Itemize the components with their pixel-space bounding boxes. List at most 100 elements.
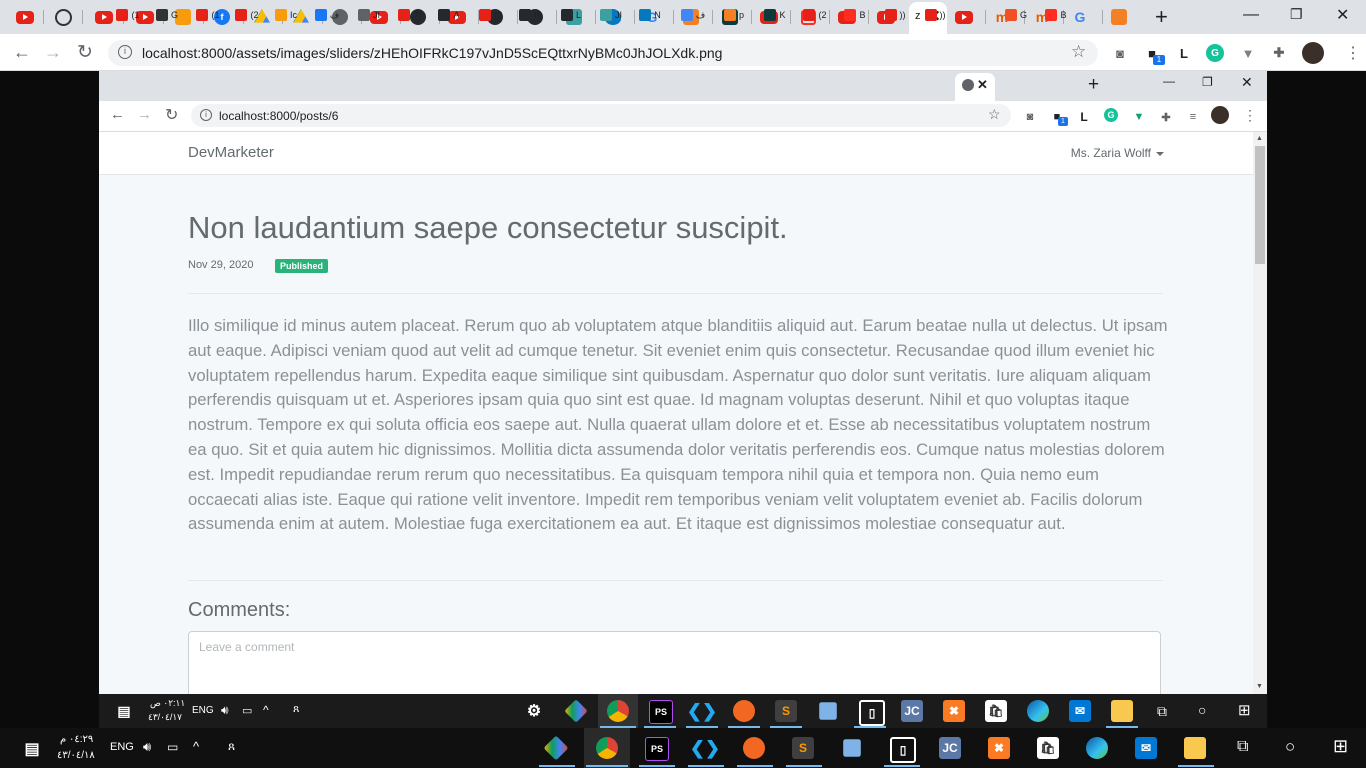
folder-icon[interactable] (1184, 737, 1206, 759)
reload-icon[interactable]: ↻ (165, 105, 178, 125)
brand-link[interactable]: DevMarketer (188, 144, 274, 161)
edge-icon[interactable] (1086, 737, 1108, 759)
bookmark-star-icon[interactable]: ☆ (988, 106, 1001, 123)
store-icon[interactable]: 🛍︎ (985, 700, 1007, 722)
task-view-icon[interactable]: ⧉ (1157, 703, 1167, 720)
inner-tab[interactable]: R (512, 5, 548, 25)
inner-tab[interactable]: Ic (268, 5, 304, 25)
chrome-icon[interactable] (607, 700, 629, 722)
vue-devtools-icon[interactable]: ▼ (1130, 108, 1148, 126)
inner-tab[interactable]: G (998, 5, 1034, 25)
puzzle-extensions-icon[interactable]: ✚ (1270, 44, 1288, 62)
avatar[interactable] (1302, 42, 1324, 64)
tab-stackoverflow[interactable] (1106, 5, 1132, 29)
window-close-icon[interactable]: ✕ (1336, 5, 1349, 25)
clock-time[interactable]: ٠٤:٢٩ م (60, 734, 93, 745)
bookmark-star-icon[interactable]: ☆ (1071, 42, 1086, 62)
inner-restore-icon[interactable]: ❐ (1202, 75, 1213, 89)
forward-arrow-icon[interactable]: → (44, 42, 62, 63)
reading-list-icon[interactable]: ≡ (1184, 108, 1202, 126)
inner-tab[interactable]: B (837, 5, 873, 25)
avatar[interactable] (1211, 106, 1229, 124)
inner-tab[interactable]: JI (351, 5, 387, 25)
task-view-icon[interactable]: ⧉ (1237, 738, 1248, 756)
vscode-icon[interactable]: ❮❯ (687, 700, 717, 722)
edge-icon[interactable] (1027, 700, 1049, 722)
restore-icon[interactable]: ❐ (1290, 6, 1303, 23)
clock-time[interactable]: ٠٢:١١ ص (150, 698, 185, 709)
app-icon[interactable]: JC (901, 700, 923, 722)
xampp-icon[interactable]: ✖ (943, 700, 965, 722)
search-circle-icon[interactable]: ○ (1285, 737, 1295, 757)
inner-tab[interactable]: N (632, 5, 668, 25)
back-arrow-icon[interactable]: ← (110, 106, 125, 123)
inner-tab-active[interactable]: ✕ (955, 73, 995, 101)
people-icon[interactable]: ጸ (293, 703, 299, 716)
camera-icon[interactable]: ◙ (1021, 108, 1039, 126)
scroll-down-arrow-icon[interactable]: ▼ (1256, 683, 1263, 690)
settings-gear-icon[interactable]: ⚙ (523, 700, 545, 722)
mail-icon[interactable]: ✉ (1069, 700, 1091, 722)
comment-textarea[interactable]: Leave a comment (188, 631, 1161, 694)
back-arrow-icon[interactable]: ← (13, 42, 31, 63)
inner-tab[interactable]: (1 (110, 5, 146, 25)
minimize-icon[interactable]: — (1243, 6, 1259, 24)
inner-window-close-icon[interactable]: ✕ (1241, 74, 1253, 91)
inner-tab[interactable]: A (431, 5, 467, 25)
camera-icon[interactable]: ◙ (1111, 44, 1129, 62)
postman-icon[interactable] (743, 737, 765, 759)
tab-youtube[interactable] (951, 5, 977, 29)
vue-devtools-icon[interactable]: ▼ (1239, 44, 1257, 62)
inner-url-text[interactable]: localhost:8000/posts/6 (219, 109, 338, 123)
windows-start-icon[interactable]: ⊞ (1333, 736, 1348, 757)
menu-kebab-icon[interactable]: ⋮ (1345, 43, 1361, 63)
chevron-up-icon[interactable]: ^ (193, 739, 199, 754)
inner-tab[interactable]: )) (917, 5, 953, 25)
forward-arrow-icon[interactable]: → (137, 106, 152, 123)
inner-tab[interactable]: K (757, 5, 793, 25)
inner-tab[interactable]: B (1038, 5, 1074, 25)
inner-tab[interactable]: ف (309, 5, 345, 25)
outer-url-text[interactable]: localhost:8000/assets/images/sliders/zHE… (142, 45, 722, 61)
inner-tab[interactable]: p (716, 5, 752, 25)
profile-letter[interactable]: L (1075, 108, 1093, 126)
phpstorm-icon[interactable]: PS (645, 737, 669, 761)
cube-icon[interactable] (843, 739, 861, 757)
battery-icon[interactable]: ▭ (242, 704, 252, 717)
app-icon[interactable]: JC (939, 737, 961, 759)
vscode-icon[interactable]: ❮❯ (690, 737, 720, 759)
user-menu-dropdown[interactable]: Ms. Zaria Wolff (1071, 146, 1164, 160)
inner-tab[interactable]: JI (593, 5, 629, 25)
inner-tab[interactable]: (1 (190, 5, 226, 25)
tab-speedtest[interactable] (50, 5, 76, 29)
scrollbar-thumb[interactable] (1255, 146, 1265, 264)
inner-new-tab-plus-icon[interactable]: + (1088, 74, 1099, 96)
inner-tab[interactable]: G (149, 5, 185, 25)
inner-tab[interactable]: 7) (392, 5, 428, 25)
search-circle-icon[interactable]: ○ (1198, 702, 1206, 718)
cube-icon[interactable] (819, 702, 837, 720)
inner-tab[interactable]: (2 (797, 5, 833, 25)
language-indicator[interactable]: ENG (192, 705, 214, 716)
grammarly-icon[interactable]: G (1104, 108, 1118, 122)
terminal-icon[interactable]: ▯ (890, 737, 916, 763)
terminal-icon[interactable]: ▯ (859, 700, 885, 726)
close-icon[interactable]: ✕ (977, 77, 988, 93)
clock-date[interactable]: ٤٣/٠٤/١٧ (148, 712, 182, 723)
scroll-up-arrow-icon[interactable]: ▲ (1256, 135, 1263, 142)
menu-kebab-icon[interactable]: ⋮ (1243, 107, 1257, 124)
battery-icon[interactable]: ▭ (167, 740, 178, 754)
volume-icon[interactable]: 🔊︎ (143, 739, 151, 755)
notification-icon[interactable]: ▤ (21, 738, 43, 760)
inner-minimize-icon[interactable]: — (1163, 74, 1175, 88)
info-icon[interactable]: i (118, 45, 132, 59)
mail-icon[interactable]: ✉ (1135, 737, 1157, 759)
xampp-icon[interactable]: ✖ (988, 737, 1010, 759)
notification-icon[interactable]: ▤ (113, 700, 135, 722)
sublime-icon[interactable]: S (792, 737, 814, 759)
inner-tab[interactable]: )) (877, 5, 913, 25)
chrome-icon[interactable] (596, 737, 618, 759)
volume-icon[interactable]: 🔊︎ (221, 703, 229, 718)
inner-tab[interactable]: (2 (229, 5, 265, 25)
sublime-icon[interactable]: S (775, 700, 797, 722)
